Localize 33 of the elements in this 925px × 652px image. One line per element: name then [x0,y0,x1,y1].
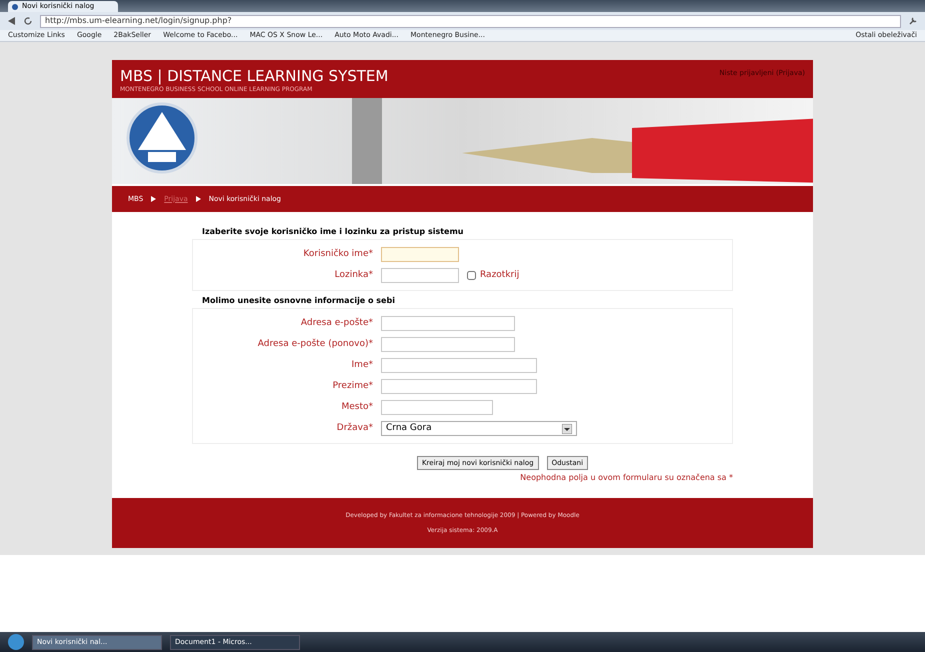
input-field[interactable] [381,316,515,331]
url-text: http://mbs.um-elearning.net/login/signup.php? [45,15,232,27]
address-field[interactable]: http://mbs.um-elearning.net/login/signup.php? [40,14,901,28]
separator-icon [196,196,201,202]
reveal-checkbox[interactable] [467,271,476,280]
input-field[interactable] [381,400,493,415]
reload-icon[interactable] [24,17,32,25]
select-value: Crna Gora [386,422,432,435]
field-label: Korisničko ime* [302,248,373,261]
input-field[interactable] [381,337,515,352]
input-field[interactable] [381,379,537,394]
separator-icon [151,196,156,202]
input-field[interactable] [381,247,459,262]
section-title: Izaberite svoje korisničko ime i lozinku za pristup sistemu [201,226,464,238]
input-field[interactable] [381,358,537,373]
country-select[interactable]: Crna Gora [381,421,577,436]
back-icon[interactable] [8,17,16,25]
site-title: MBS | DISTANCE LEARNING SYSTEM [120,68,388,85]
field-label: Adresa e-pošte* [300,316,373,330]
wrench-icon[interactable] [909,17,917,25]
field-label: Ime* [350,358,373,372]
section-title: Molimo unesite osnovne informacije o sebi [201,295,396,307]
start-icon[interactable] [8,634,24,650]
checkbox-label: Razotkrij [480,268,520,282]
page-icon [12,4,18,10]
field-label: Adresa e-pošte (ponovo)* [256,338,373,351]
field-label: Mesto* [340,400,373,414]
dropdown-icon [562,424,572,434]
field-label: Država* [336,422,373,435]
field-label: Lozinka* [334,268,373,282]
password-field[interactable] [381,268,459,283]
field-label: Prezime* [332,380,373,393]
required-note: Neophodna polja u ovom formularu su označena sa * [520,472,733,484]
